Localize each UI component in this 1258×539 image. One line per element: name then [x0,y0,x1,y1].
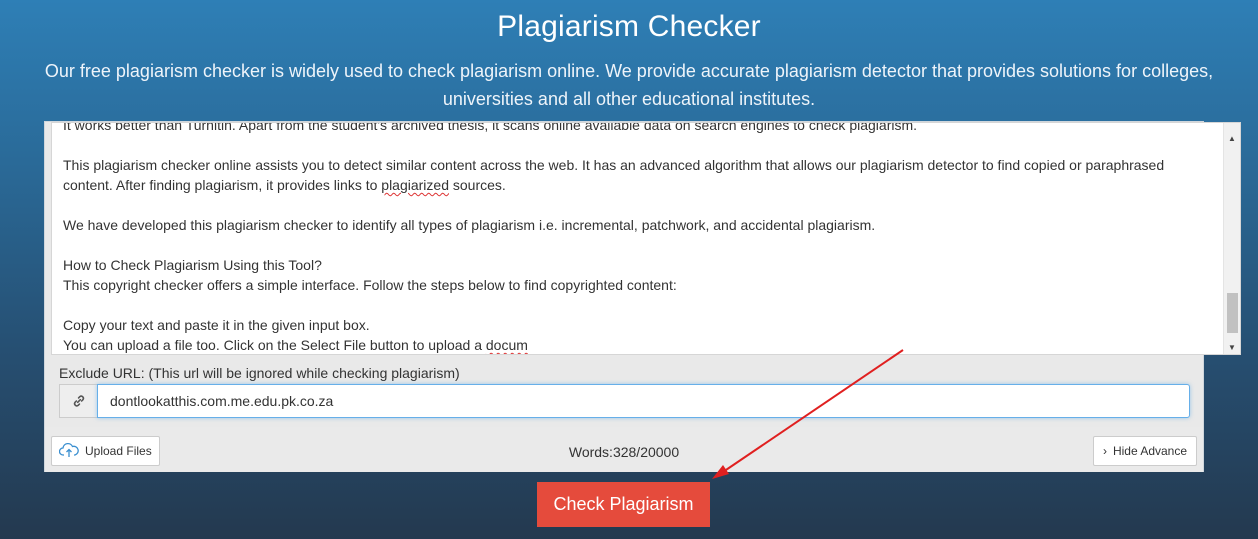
scroll-up-arrow-icon[interactable]: ▲ [1224,131,1240,147]
text-input-area[interactable]: It works better than Turnitin. Apart fro… [51,122,1241,355]
check-plagiarism-button[interactable]: Check Plagiarism [537,482,710,527]
scroll-thumb[interactable] [1227,293,1238,333]
text-line: Copy your text and paste it in the given… [63,317,370,333]
text-line: How to Check Plagiarism Using this Tool? [63,257,322,273]
exclude-url-label: Exclude URL: (This url will be ignored w… [59,365,460,381]
chevron-right-icon: › [1102,444,1107,458]
text-line-partial: It works better than Turnitin. Apart fro… [63,122,918,133]
scroll-down-arrow-icon[interactable]: ▼ [1224,340,1240,354]
exclude-url-input[interactable] [97,384,1190,418]
text-line: This copyright checker offers a simple i… [63,277,677,293]
word-count: Words:328/20000 [568,444,680,460]
exclude-url-group [59,384,1190,418]
text-line: You can upload a file too. Click on the … [63,337,528,353]
checker-panel: It works better than Turnitin. Apart fro… [44,121,1241,472]
text-paragraph: This plagiarism checker online assists y… [63,157,1165,193]
panel-toolbar: Upload Files Words:328/20000 › Hide Adva… [45,427,1203,472]
text-input-content[interactable]: It works better than Turnitin. Apart fro… [63,122,1173,354]
hide-advance-label: Hide Advance [1112,444,1188,458]
vertical-scrollbar[interactable]: ▲ ▼ [1223,123,1240,354]
page-subtitle: Our free plagiarism checker is widely us… [44,61,1214,109]
hide-advance-button[interactable]: › Hide Advance [1093,436,1197,466]
link-icon [59,384,97,418]
page-title: Plagiarism Checker [497,10,761,43]
text-paragraph: We have developed this plagiarism checke… [63,217,876,233]
